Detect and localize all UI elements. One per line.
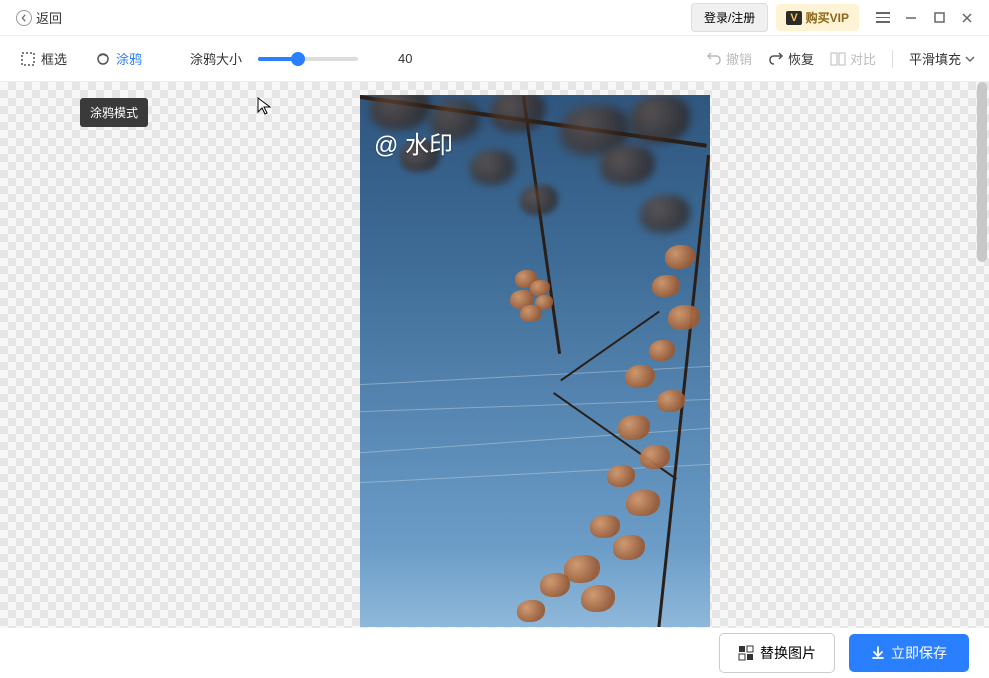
- undo-label: 撤销: [726, 49, 752, 68]
- arrow-left-icon: [16, 10, 32, 26]
- minimize-button[interactable]: [897, 4, 925, 32]
- vip-label: 购买VIP: [806, 9, 849, 26]
- download-icon: [871, 646, 885, 660]
- image-preview: @ 水印: [360, 95, 710, 627]
- slider-thumb[interactable]: [291, 52, 305, 66]
- redo-button[interactable]: 恢复: [768, 49, 814, 68]
- brush-size-slider[interactable]: [258, 57, 358, 61]
- buy-vip-button[interactable]: V 购买VIP: [776, 4, 859, 31]
- bottom-bar: 替换图片 立即保存: [0, 628, 989, 678]
- separator: [892, 50, 893, 68]
- minimize-icon: [905, 12, 917, 24]
- compare-button[interactable]: 对比: [830, 49, 876, 68]
- brush-size-label: 涂鸦大小: [190, 49, 242, 68]
- scrollbar-thumb[interactable]: [977, 82, 987, 262]
- fill-mode-label: 平滑填充: [909, 49, 961, 68]
- compare-label: 对比: [850, 49, 876, 68]
- maximize-button[interactable]: [925, 4, 953, 32]
- menu-button[interactable]: [869, 4, 897, 32]
- titlebar: 返回 登录/注册 V 购买VIP: [0, 0, 989, 36]
- canvas-area[interactable]: @ 水印 1:1: [0, 82, 989, 678]
- brush-tool[interactable]: 涂鸦: [89, 45, 148, 72]
- save-button[interactable]: 立即保存: [849, 634, 969, 672]
- compare-icon: [830, 52, 846, 66]
- toolbar: 框选 涂鸦 涂鸦大小 40 撤销 恢复 对比 平滑填充: [0, 36, 989, 82]
- close-button[interactable]: [953, 4, 981, 32]
- login-register-button[interactable]: 登录/注册: [691, 3, 768, 32]
- back-button[interactable]: 返回: [8, 4, 70, 31]
- box-select-label: 框选: [41, 49, 67, 68]
- box-select-tool[interactable]: 框选: [14, 45, 73, 72]
- replace-image-button[interactable]: 替换图片: [719, 633, 835, 673]
- redo-label: 恢复: [788, 49, 814, 68]
- watermark-text: @ 水印: [374, 125, 453, 160]
- hamburger-icon: [876, 12, 890, 23]
- brush-mode-tooltip: 涂鸦模式: [80, 98, 148, 127]
- maximize-icon: [934, 12, 945, 23]
- undo-button[interactable]: 撤销: [706, 49, 752, 68]
- vip-icon: V: [786, 11, 801, 25]
- toolbar-right-group: 撤销 恢复 对比 平滑填充: [706, 49, 975, 68]
- brush-size-slider-group: 40: [258, 51, 422, 66]
- undo-icon: [706, 52, 722, 66]
- brush-size-value: 40: [398, 51, 422, 66]
- vertical-scrollbar[interactable]: [976, 82, 988, 628]
- close-icon: [961, 12, 973, 24]
- brush-icon: [95, 51, 111, 67]
- replace-label: 替换图片: [760, 643, 816, 663]
- chevron-down-icon: [965, 55, 975, 63]
- box-select-icon: [20, 51, 36, 67]
- back-label: 返回: [36, 8, 62, 27]
- brush-label: 涂鸦: [116, 49, 142, 68]
- redo-icon: [768, 52, 784, 66]
- save-label: 立即保存: [891, 643, 947, 663]
- replace-icon: [738, 645, 754, 661]
- fill-mode-dropdown[interactable]: 平滑填充: [909, 49, 975, 68]
